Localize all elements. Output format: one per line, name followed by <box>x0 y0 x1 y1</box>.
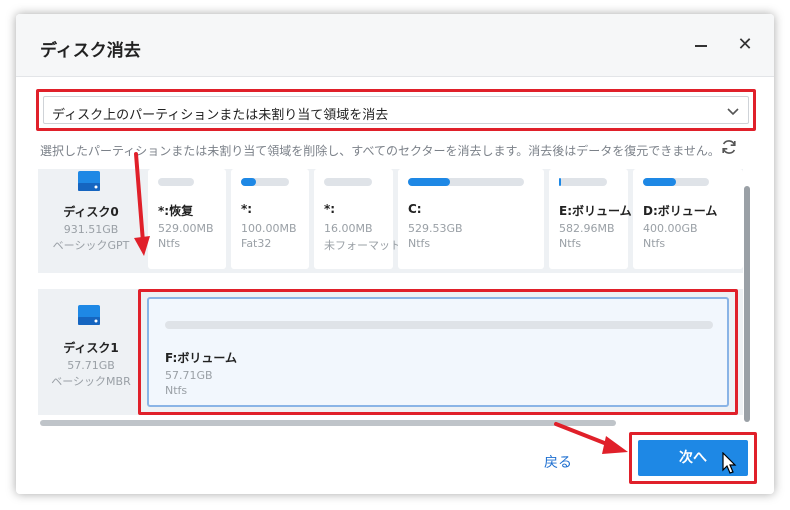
partition-card-selected[interactable]: F:ボリューム 57.71GB Ntfs <box>147 297 729 407</box>
partition-card[interactable]: *:恢复 529.00MB Ntfs <box>148 169 226 269</box>
partition-name: F:ボリューム <box>165 351 237 365</box>
hard-disk-icon <box>78 305 100 325</box>
usage-bar <box>408 178 524 186</box>
chevron-down-icon <box>727 108 739 116</box>
partition-name: *: <box>241 202 253 216</box>
disk-size: 57.71GB <box>67 359 115 372</box>
usage-bar <box>643 178 709 186</box>
partition-name: *: <box>324 202 336 216</box>
usage-bar <box>324 178 372 186</box>
partition-size: 16.00MB <box>324 222 373 235</box>
partition-fs: Ntfs <box>158 237 181 250</box>
usage-bar <box>559 178 607 186</box>
partition-fs: Ntfs <box>165 384 188 397</box>
partition-fs: Ntfs <box>408 237 431 250</box>
mouse-cursor-icon <box>722 452 737 474</box>
partition-card[interactable]: D:ボリューム 400.00GB Ntfs <box>633 169 743 269</box>
annotation-arrow-icon <box>134 152 150 256</box>
usage-bar <box>241 178 289 186</box>
partition-size: 529.00MB <box>158 222 214 235</box>
partition-name: C: <box>408 202 422 216</box>
partition-size: 100.00MB <box>241 222 297 235</box>
hard-disk-icon <box>78 171 100 191</box>
partition-size: 582.96MB <box>559 222 615 235</box>
partition-name: *:恢复 <box>158 204 194 218</box>
partition-fs: 未フォーマット <box>324 239 401 252</box>
partition-size: 529.53GB <box>408 222 463 235</box>
minimize-button[interactable] <box>690 34 712 56</box>
disk-name: ディスク1 <box>63 341 119 355</box>
partition-name: E:ボリューム <box>559 204 632 218</box>
annotation-arrow-icon <box>554 422 628 454</box>
mode-select-highlight: ディスク上のパーティションまたは未割り当て領域を消去 <box>36 89 756 131</box>
usage-bar <box>158 178 194 186</box>
partition-size: 400.00GB <box>643 222 698 235</box>
partition-card[interactable]: *: 16.00MB 未フォーマット <box>314 169 401 269</box>
partition-fs: Ntfs <box>559 237 582 250</box>
partition-card[interactable]: *: 100.00MB Fat32 <box>231 169 309 269</box>
partition-fs: Fat32 <box>241 237 272 250</box>
dialog-title: ディスク消去 <box>40 41 141 61</box>
disk-row-1[interactable]: ディスク1 57.71GB ベーシックMBR F:ボリューム 57.71GB N… <box>38 289 743 415</box>
partition-card[interactable]: E:ボリューム 582.96MB Ntfs <box>549 169 632 269</box>
vertical-scrollbar[interactable] <box>744 186 750 422</box>
partition-fs: Ntfs <box>643 237 666 250</box>
usage-bar <box>165 321 713 329</box>
partition-size: 57.71GB <box>165 369 213 382</box>
close-button[interactable]: ✕ <box>734 34 756 56</box>
erase-mode-select[interactable]: ディスク上のパーティションまたは未割り当て領域を消去 <box>43 96 749 124</box>
horizontal-scrollbar[interactable] <box>40 420 616 426</box>
erase-mode-select-value: ディスク上のパーティションまたは未割り当て領域を消去 <box>52 108 389 123</box>
disk-type: ベーシックMBR <box>51 375 131 388</box>
title-bar: ディスク消去 ✕ <box>16 14 774 77</box>
refresh-icon[interactable] <box>720 138 738 156</box>
partition-card[interactable]: C: 529.53GB Ntfs <box>398 169 544 269</box>
partition-name: D:ボリューム <box>643 204 718 218</box>
selected-partition-highlight: F:ボリューム 57.71GB Ntfs <box>138 289 738 415</box>
